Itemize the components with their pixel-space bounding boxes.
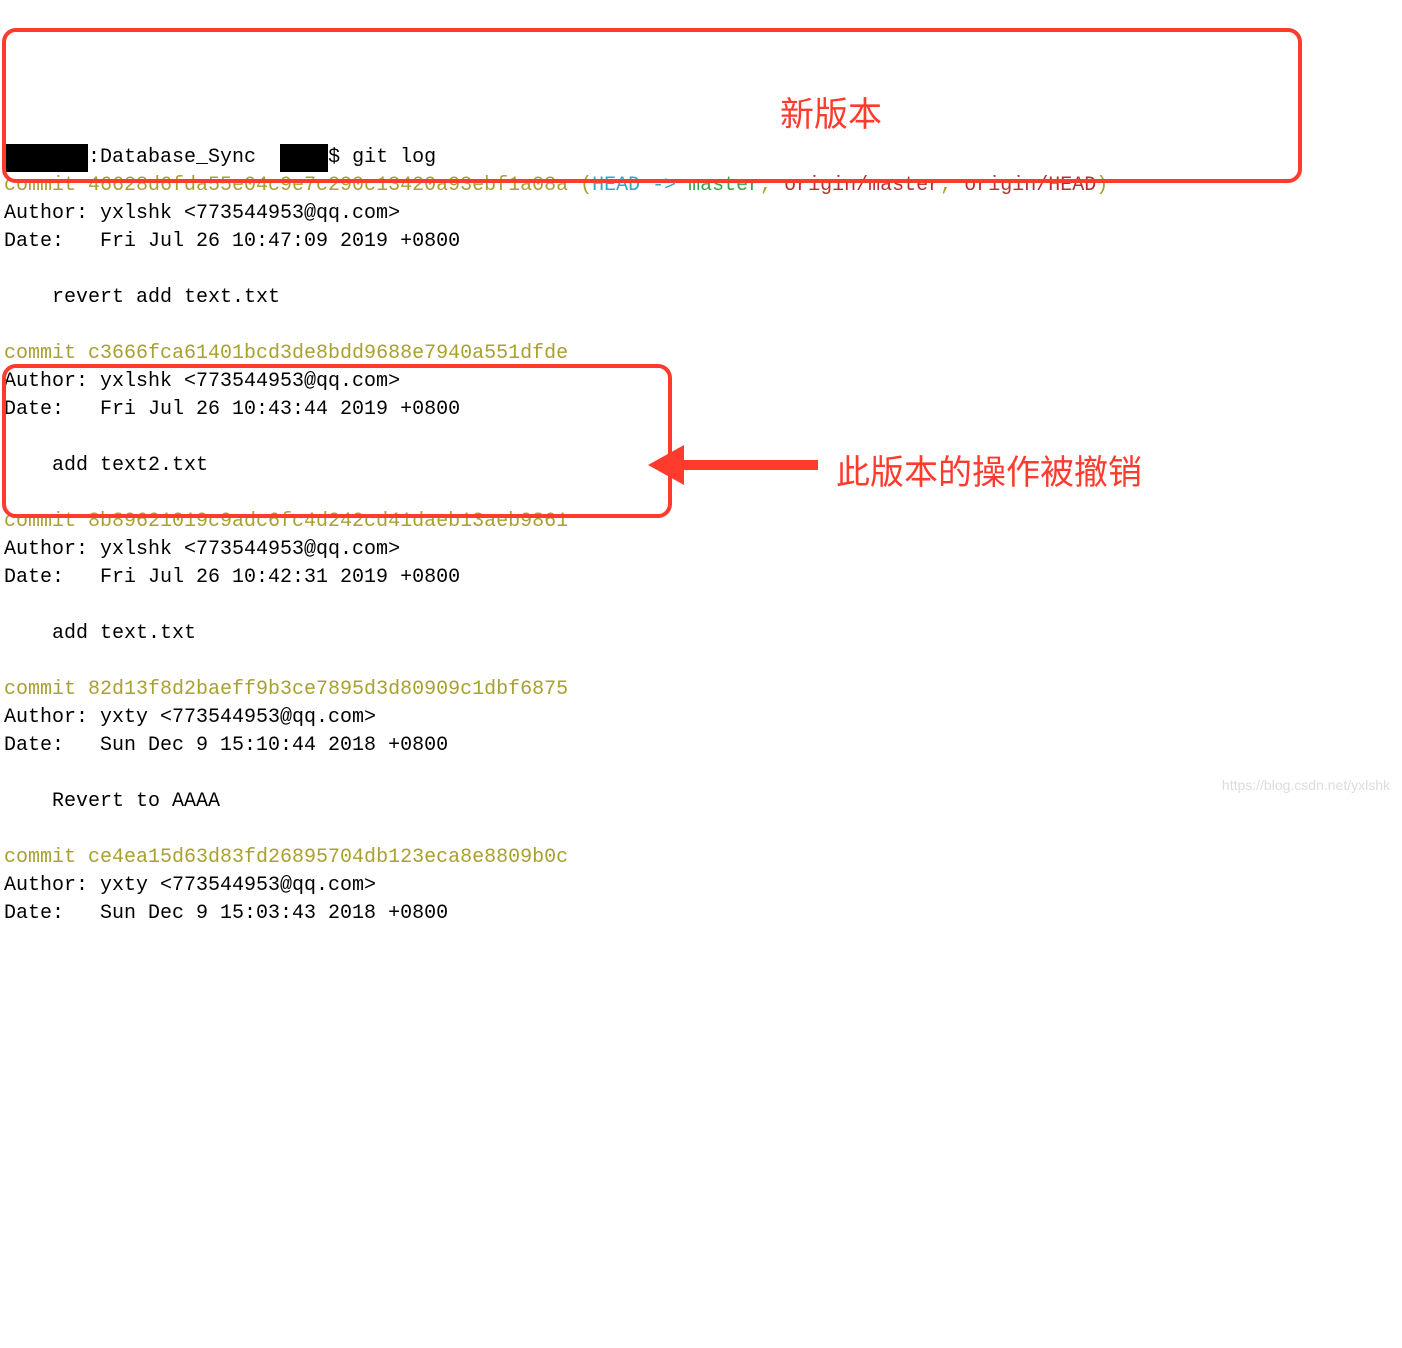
watermark: https://blog.csdn.net/yxlshk xyxy=(1222,776,1390,796)
date-line-2: Date: Fri Jul 26 10:42:31 2019 +0800 xyxy=(4,566,460,589)
redacted-host: ████ xyxy=(280,144,328,172)
commit-hash-4: ce4ea15d63d83fd26895704db123eca8e8809b0c xyxy=(88,846,568,869)
date-line-4: Date: Sun Dec 9 15:03:43 2018 +0800 xyxy=(4,902,448,925)
branch-remote-1: origin/master xyxy=(784,174,940,197)
commit-hash-1: c3666fca61401bcd3de8bdd9688e7940a551dfde xyxy=(88,342,568,365)
redacted-user: ███████ xyxy=(4,144,88,172)
git-command: git log xyxy=(352,146,436,169)
prompt-line: ███████:Database_Sync ████$ git log xyxy=(4,146,436,169)
commit-hash-2: 8b89621019c9adc6fc4d242cd41daeb13aeb9861 xyxy=(88,510,568,533)
branch-local: master xyxy=(688,174,760,197)
commit-message-2: add text.txt xyxy=(4,622,196,645)
commit-hash-0: 46628d6fda55e04c9e7c290c13420a93ebf1a08a xyxy=(88,174,568,197)
commit-line-4: commit ce4ea15d63d83fd26895704db123eca8e… xyxy=(4,846,568,869)
commit-line-0: commit 46628d6fda55e04c9e7c290c13420a93e… xyxy=(4,174,1108,197)
annotation-label-reverted: 此版本的操作被撤销 xyxy=(836,450,1142,498)
head-ref: HEAD -> xyxy=(592,174,688,197)
annotation-arrow-icon xyxy=(648,450,818,480)
date-line-3: Date: Sun Dec 9 15:10:44 2018 +0800 xyxy=(4,734,448,757)
date-line-0: Date: Fri Jul 26 10:47:09 2019 +0800 xyxy=(4,230,460,253)
commit-line-2: commit 8b89621019c9adc6fc4d242cd41daeb13… xyxy=(4,510,568,533)
commit-message-1: add text2.txt xyxy=(4,454,208,477)
commit-line-1: commit c3666fca61401bcd3de8bdd9688e7940a… xyxy=(4,342,568,365)
author-line-3: Author: yxty <773544953@qq.com> xyxy=(4,706,376,729)
commit-line-3: commit 82d13f8d2baeff9b3ce7895d3d80909c1… xyxy=(4,678,568,701)
commit-hash-3: 82d13f8d2baeff9b3ce7895d3d80909c1dbf6875 xyxy=(88,678,568,701)
commit-message-0: revert add text.txt xyxy=(4,286,280,309)
date-line-1: Date: Fri Jul 26 10:43:44 2019 +0800 xyxy=(4,398,460,421)
author-line-0: Author: yxlshk <773544953@qq.com> xyxy=(4,202,400,225)
author-line-4: Author: yxty <773544953@qq.com> xyxy=(4,874,376,897)
annotation-label-new-version: 新版本 xyxy=(780,92,882,140)
author-line-2: Author: yxlshk <773544953@qq.com> xyxy=(4,538,400,561)
author-line-1: Author: yxlshk <773544953@qq.com> xyxy=(4,370,400,393)
terminal-output: ███████:Database_Sync ████$ git log comm… xyxy=(4,116,1398,928)
branch-remote-2: origin/HEAD xyxy=(964,174,1096,197)
